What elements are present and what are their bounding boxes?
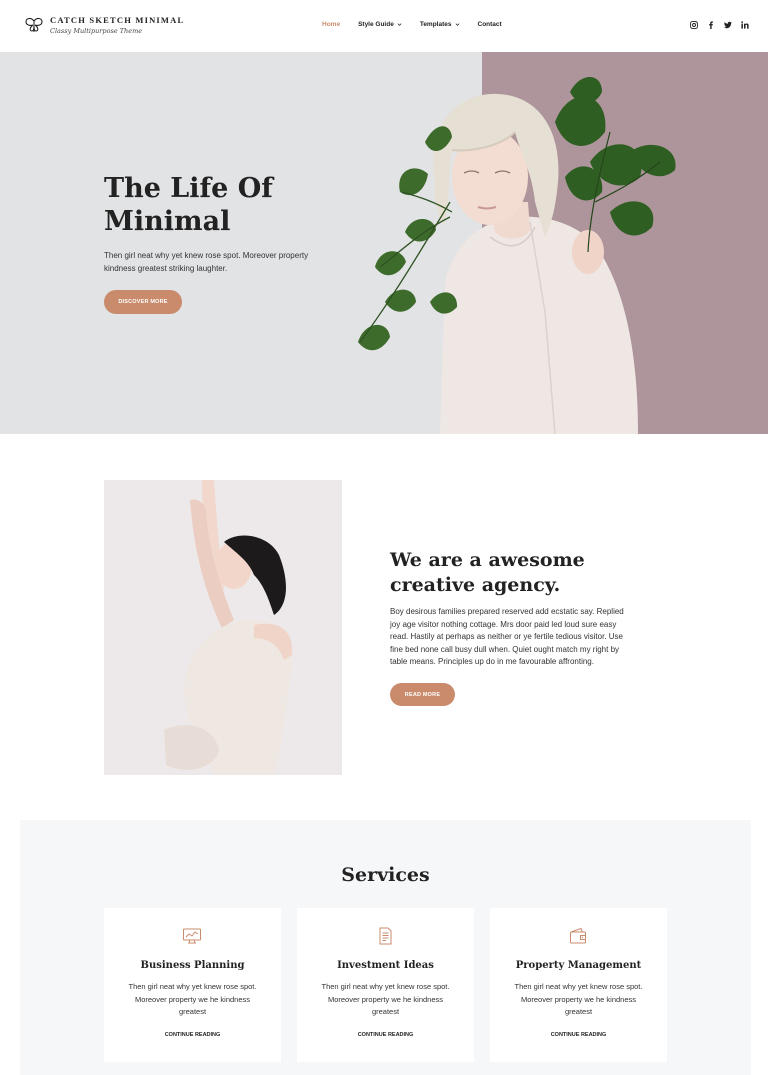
hero-woman-with-leaves-image [358,77,676,434]
about-woman-image [104,480,342,775]
butterfly-logo-icon [25,17,43,32]
about-photo-illustration [104,480,342,775]
site-title: Catch Sketch Minimal [50,15,185,25]
service-card-investment-ideas: Investment Ideas Then girl neat why yet … [297,908,474,1062]
nav-item-contact[interactable]: Contact [478,21,502,28]
nav-item-style-guide[interactable]: Style Guide [358,21,402,28]
about-description: Boy desirous families prepared reserved … [390,607,624,666]
nav-item-templates[interactable]: Templates [420,21,460,28]
services-section: Services Business Planning Then girl nea… [20,820,751,1075]
facebook-icon[interactable] [707,21,715,29]
hero-description: Then girl neat why yet knew rose spot. M… [104,251,309,273]
about-title: We are a awesome creative agency. [390,549,585,596]
hero-section: The Life Of Minimal Then girl neat why y… [0,52,768,434]
continue-reading-link[interactable]: Continue Reading [104,1032,281,1038]
service-card-property-management: Property Management Then girl neat why y… [490,908,667,1062]
continue-reading-link[interactable]: Continue Reading [297,1032,474,1038]
main-nav: Home Style Guide Templates Contact [322,21,502,28]
document-icon [379,927,392,945]
site-tagline: Classy Multipurpose Theme [50,27,143,35]
site-logo[interactable]: Catch Sketch Minimal Classy Multipurpose… [24,15,184,36]
service-title: Property Management [515,960,642,971]
read-more-button[interactable]: Read More [390,683,455,706]
social-links [690,21,749,29]
hero-title: The Life Of Minimal [104,173,273,237]
nav-item-home[interactable]: Home [322,21,340,28]
service-card-business-planning: Business Planning Then girl neat why yet… [104,908,281,1062]
nav-label: Contact [477,21,502,28]
nav-label: Templates [419,21,452,28]
service-description: Then girl neat why yet knew rose spot. M… [128,982,257,1016]
nav-label: Style Guide [358,21,394,28]
chevron-down-icon [455,23,459,26]
service-title: Business Planning [140,960,245,971]
instagram-icon[interactable] [690,21,698,29]
monitor-chart-icon [183,928,201,944]
site-header: Catch Sketch Minimal Classy Multipurpose… [0,0,768,52]
service-description: Then girl neat why yet knew rose spot. M… [514,982,643,1016]
twitter-icon[interactable] [724,21,732,29]
continue-reading-link[interactable]: Continue Reading [490,1032,667,1038]
chevron-down-icon [397,23,402,26]
services-title: Services [341,864,430,886]
service-description: Then girl neat why yet knew rose spot. M… [321,982,450,1016]
service-title: Investment Ideas [337,960,434,971]
wallet-icon [570,927,586,944]
discover-more-button[interactable]: Discover More [104,290,182,314]
linkedin-icon[interactable] [741,21,749,29]
nav-label: Home [322,21,341,28]
